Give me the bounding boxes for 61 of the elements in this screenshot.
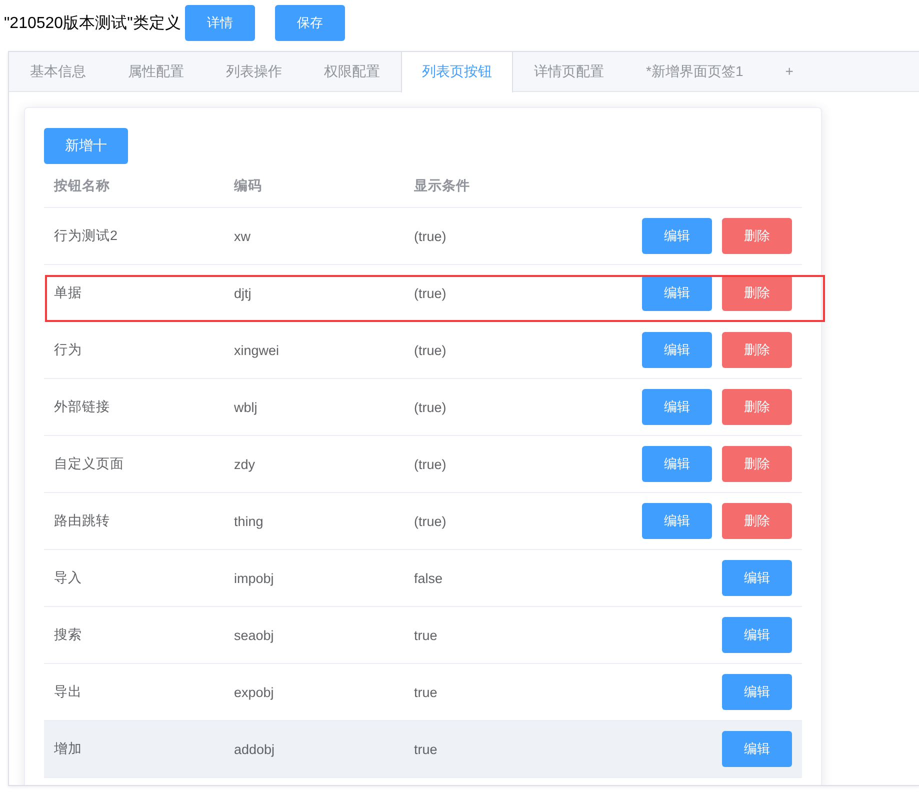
table-cell-text: impobj <box>233 570 275 586</box>
delete-button[interactable]: 删除 <box>722 218 792 254</box>
table-cell-text: (true) <box>413 514 448 528</box>
edit-button[interactable]: 编辑 <box>722 560 792 596</box>
tab[interactable]: + <box>764 52 814 91</box>
table-cell-text: 自定义页面 <box>53 455 125 473</box>
table-cell-text: 外部链接 <box>53 398 111 416</box>
table-cell-text: (true) <box>413 342 448 358</box>
edit-button[interactable]: 编辑 <box>642 332 712 368</box>
table-cell-text: 导入 <box>53 569 83 587</box>
table-cell-text: addobj <box>233 742 276 756</box>
edit-button[interactable]: 编辑 <box>642 275 712 311</box>
delete-button[interactable]: 删除 <box>722 275 792 311</box>
tab[interactable]: 基本信息 <box>9 52 107 91</box>
edit-button[interactable]: 编辑 <box>642 503 712 539</box>
tab[interactable]: 权限配置 <box>303 52 401 91</box>
table-cell-text: xingwei <box>233 342 280 358</box>
table-cell-text: (true) <box>413 456 448 472</box>
table-cell-text: djtj <box>233 286 252 300</box>
table-cell-text: seaobj <box>233 628 275 642</box>
delete-button[interactable]: 删除 <box>722 389 792 425</box>
tab[interactable]: 列表操作 <box>205 52 303 91</box>
table-cell-text: wblj <box>233 400 258 414</box>
table-cell-text: (true) <box>413 286 448 300</box>
table-cell-text: true <box>413 628 438 642</box>
table-cell-text: xw <box>233 228 252 244</box>
column-header: 编码 <box>232 177 263 195</box>
delete-button[interactable]: 删除 <box>722 446 792 482</box>
table-cell-text: 增加 <box>53 740 83 758</box>
tab[interactable]: 列表页按钮 <box>401 52 513 93</box>
table-cell-text: 行为 <box>53 341 83 359</box>
table-cell-text: true <box>413 742 438 756</box>
table-cell-text: thing <box>233 514 264 528</box>
table-cell-text: 行为测试2 <box>53 227 119 245</box>
table-cell-text: 搜索 <box>53 626 83 644</box>
column-header: 显示条件 <box>413 177 471 195</box>
edit-button[interactable]: 编辑 <box>642 389 712 425</box>
table-cell-text: true <box>413 684 438 700</box>
table-cell-text: 导出 <box>53 683 83 701</box>
add-button[interactable]: 新增十 <box>44 128 128 164</box>
table-cell-text: false <box>413 570 444 586</box>
delete-button[interactable]: 删除 <box>722 332 792 368</box>
page-title: "210520版本测试"类定义 <box>4 14 181 34</box>
edit-button[interactable]: 编辑 <box>722 617 792 653</box>
edit-button[interactable]: 编辑 <box>722 731 792 767</box>
table-cell-text: 单据 <box>53 284 83 302</box>
header-button[interactable]: 保存 <box>274 5 345 41</box>
tab[interactable]: *新增界面页签1 <box>625 52 764 91</box>
table-cell-text: 路由跳转 <box>53 512 111 530</box>
tab[interactable]: 属性配置 <box>107 52 205 91</box>
edit-button[interactable]: 编辑 <box>642 446 712 482</box>
column-header: 按钮名称 <box>52 177 111 195</box>
delete-button[interactable]: 删除 <box>722 503 792 539</box>
table-cell-text: (true) <box>413 400 448 414</box>
table-cell-text: (true) <box>413 228 448 244</box>
table-cell-text: expobj <box>233 684 275 700</box>
header-button[interactable]: 详情 <box>184 5 255 41</box>
tab[interactable]: 详情页配置 <box>513 52 625 91</box>
edit-button[interactable]: 编辑 <box>722 674 792 710</box>
table-cell-text: zdy <box>233 456 256 472</box>
edit-button[interactable]: 编辑 <box>642 218 712 254</box>
